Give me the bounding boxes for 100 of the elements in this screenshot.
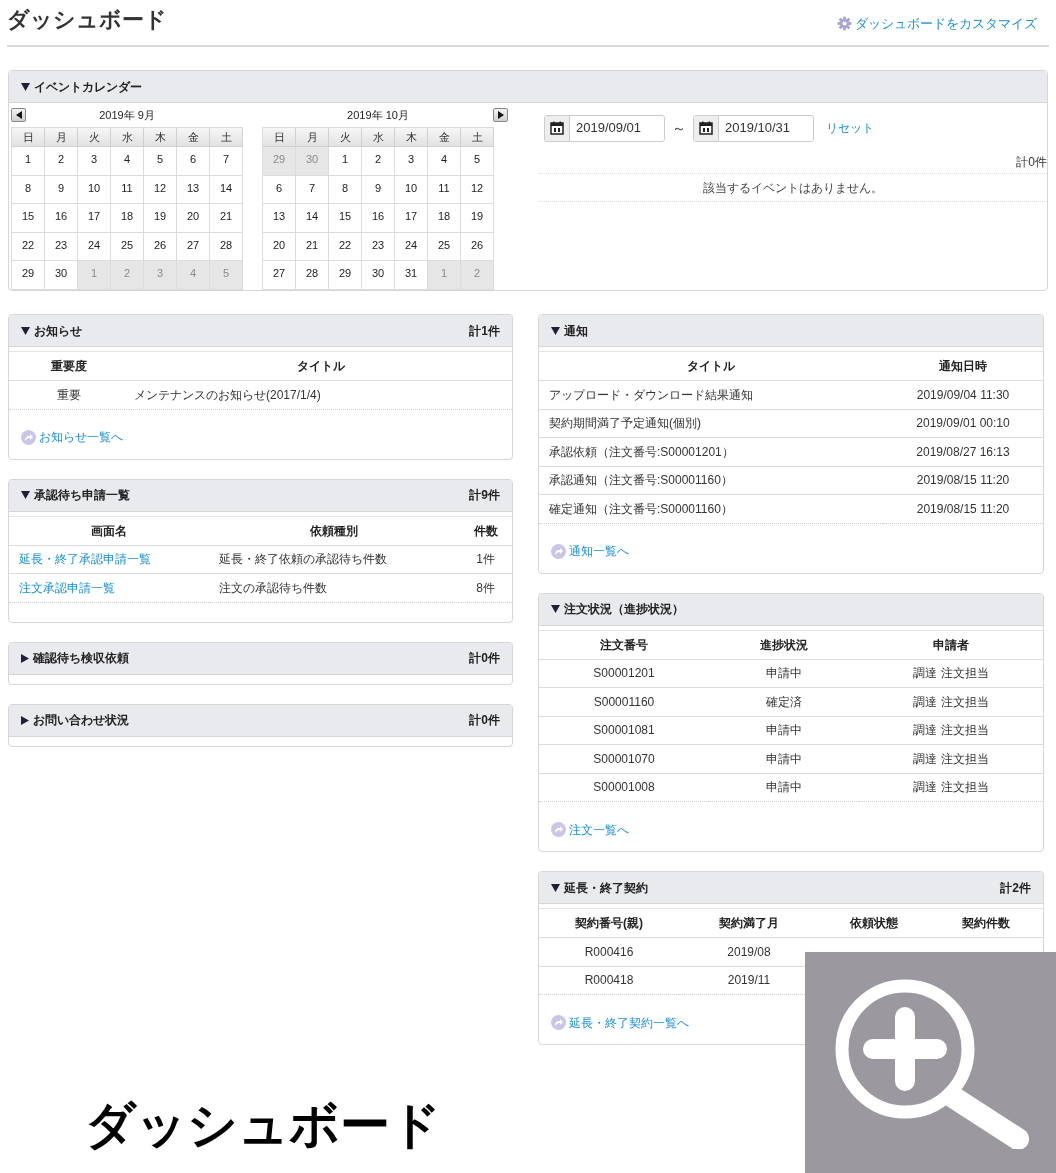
calendar-day[interactable]: 5	[144, 147, 177, 176]
panel-header[interactable]: お問い合わせ状況 計0件	[9, 704, 512, 737]
table-cell: 調達 注文担当	[859, 773, 1043, 802]
date-input[interactable]: 2019/10/31	[719, 115, 813, 141]
calendar-day[interactable]: 21	[296, 232, 329, 261]
calendar-day[interactable]: 5	[461, 147, 494, 176]
previous-month-button[interactable]	[11, 108, 26, 122]
calendar-day[interactable]: 16	[362, 204, 395, 233]
table-cell: 2019/08	[679, 937, 819, 966]
calendar-day[interactable]: 28	[296, 261, 329, 290]
calendar-day[interactable]: 29	[12, 261, 45, 290]
panel-header[interactable]: 確認待ち検収依頼 計0件	[9, 642, 512, 675]
calendar-day[interactable]: 19	[461, 204, 494, 233]
collapse-triangle-icon[interactable]	[551, 605, 560, 613]
calendar-day[interactable]: 22	[12, 232, 45, 261]
panel-header[interactable]: 注文状況（進捗状況）	[539, 593, 1043, 626]
calendar-day[interactable]: 15	[329, 204, 362, 233]
calendar-day[interactable]: 30	[362, 261, 395, 290]
calendar-day[interactable]: 27	[177, 232, 210, 261]
calendar-day[interactable]: 2	[362, 147, 395, 176]
calendar-day[interactable]: 30	[45, 261, 78, 290]
calendar-day[interactable]: 14	[296, 204, 329, 233]
right-triangle-icon	[497, 111, 504, 119]
calendar-day[interactable]: 25	[111, 232, 144, 261]
table-cell: S00001201	[539, 659, 709, 688]
expand-triangle-icon[interactable]	[21, 653, 29, 663]
calendar-day[interactable]: 6	[263, 175, 296, 204]
calendar-day[interactable]: 15	[12, 204, 45, 233]
calendar-day[interactable]: 20	[263, 232, 296, 261]
collapse-triangle-icon[interactable]	[21, 82, 30, 91]
calendar-day[interactable]: 7	[296, 175, 329, 204]
table-link[interactable]: 注文承認申請一覧	[19, 580, 115, 595]
calendar-day[interactable]: 26	[461, 232, 494, 261]
collapse-triangle-icon[interactable]	[21, 491, 30, 499]
calendar-day[interactable]: 10	[395, 175, 428, 204]
calendar-day[interactable]: 25	[428, 232, 461, 261]
collapse-triangle-icon[interactable]	[551, 883, 560, 892]
calendar-day[interactable]: 7	[210, 147, 243, 176]
next-month-button[interactable]	[493, 108, 508, 122]
calendar-day[interactable]: 6	[177, 147, 210, 176]
calendar-day[interactable]: 17	[395, 204, 428, 233]
month-label: 2019年 9月	[99, 107, 155, 123]
date-field[interactable]: 2019/10/31	[693, 114, 814, 142]
table-link[interactable]: 延長・終了承認申請一覧	[19, 552, 151, 567]
calendar-day[interactable]: 3	[395, 147, 428, 176]
calendar-day[interactable]: 14	[210, 175, 243, 204]
calendar-day[interactable]: 9	[362, 175, 395, 204]
table-cell: 2019/08/27 16:13	[883, 437, 1043, 466]
date-field[interactable]: 2019/09/01	[544, 114, 665, 142]
calendar-day[interactable]: 31	[395, 261, 428, 290]
calendar-day[interactable]: 22	[329, 232, 362, 261]
calendar-day[interactable]: 29	[329, 261, 362, 290]
calendar-day[interactable]: 11	[111, 175, 144, 204]
calendar-day[interactable]: 28	[210, 232, 243, 261]
calendar-day[interactable]: 11	[428, 175, 461, 204]
calendar-day[interactable]: 4	[428, 147, 461, 176]
calendar-day[interactable]: 17	[78, 204, 111, 233]
arrow-circle-icon	[21, 429, 36, 445]
calendar-day[interactable]: 13	[263, 204, 296, 233]
calendar-day[interactable]: 21	[210, 204, 243, 233]
calendar-day[interactable]: 1	[329, 147, 362, 176]
list-link[interactable]: 通知一覧へ	[569, 542, 629, 560]
calendar-day[interactable]: 27	[263, 261, 296, 290]
calendar-day[interactable]: 18	[428, 204, 461, 233]
calendar-day[interactable]: 8	[329, 175, 362, 204]
calendar-day[interactable]: 18	[111, 204, 144, 233]
reset-link[interactable]: リセット	[826, 119, 874, 137]
collapse-triangle-icon[interactable]	[551, 326, 560, 335]
expand-triangle-icon[interactable]	[21, 715, 29, 725]
weekday-header: 木	[144, 128, 177, 147]
collapse-triangle-icon[interactable]	[21, 326, 30, 335]
calendar-day[interactable]: 13	[177, 175, 210, 204]
calendar-day[interactable]: 24	[395, 232, 428, 261]
calendar-day[interactable]: 23	[362, 232, 395, 261]
panel-header[interactable]: 通知	[539, 315, 1043, 347]
calendar-day[interactable]: 23	[45, 232, 78, 261]
calendar-day[interactable]: 19	[144, 204, 177, 233]
calendar-day[interactable]: 10	[78, 175, 111, 204]
customize-link[interactable]: ダッシュボードをカスタマイズ	[855, 13, 1037, 34]
panel-header[interactable]: お知らせ 計1件	[9, 315, 512, 347]
list-link[interactable]: お知らせ一覧へ	[39, 428, 123, 446]
calendar-day[interactable]: 20	[177, 204, 210, 233]
calendar-day[interactable]: 12	[144, 175, 177, 204]
calendar-day[interactable]: 16	[45, 204, 78, 233]
panel-header[interactable]: 延長・終了契約 計2件	[539, 872, 1043, 904]
list-link[interactable]: 注文一覧へ	[569, 820, 629, 839]
calendar-day[interactable]: 1	[12, 147, 45, 176]
calendar-day[interactable]: 9	[45, 175, 78, 204]
list-link[interactable]: 延長・終了契約一覧へ	[569, 1013, 689, 1032]
zoom-button[interactable]	[805, 952, 1056, 1173]
calendar-day[interactable]: 12	[461, 175, 494, 204]
calendar-day[interactable]: 4	[111, 147, 144, 176]
panel-header[interactable]: イベントカレンダー	[9, 71, 1047, 103]
calendar-day[interactable]: 3	[78, 147, 111, 176]
calendar-day[interactable]: 26	[144, 232, 177, 261]
date-input[interactable]: 2019/09/01	[570, 115, 664, 141]
calendar-day[interactable]: 8	[12, 175, 45, 204]
calendar-day[interactable]: 2	[45, 147, 78, 176]
calendar-day[interactable]: 24	[78, 232, 111, 261]
panel-header[interactable]: 承認待ち申請一覧 計9件	[9, 479, 512, 512]
